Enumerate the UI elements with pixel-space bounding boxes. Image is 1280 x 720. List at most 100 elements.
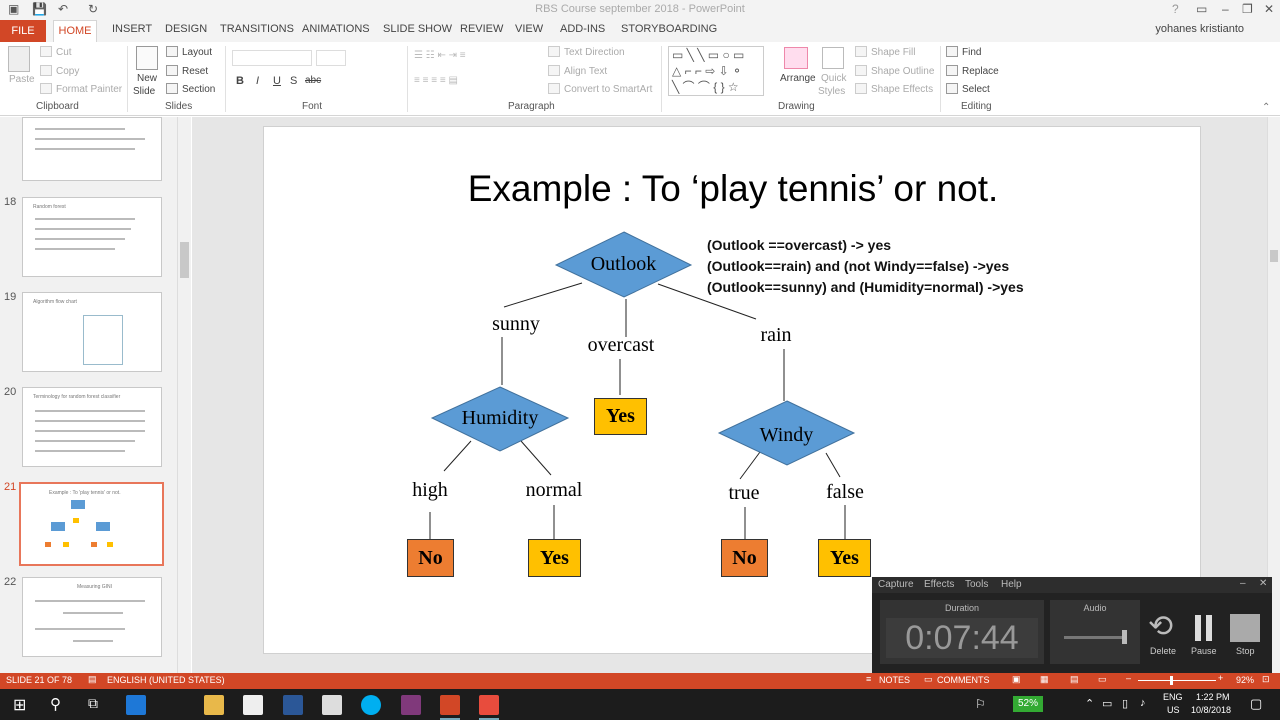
copy-button[interactable]: Copy — [40, 65, 79, 77]
menu-help[interactable]: Help — [1001, 579, 1022, 590]
restore-icon[interactable]: ❐ — [1242, 2, 1253, 16]
battery-indicator[interactable]: 52% — [1013, 696, 1043, 712]
comments-button[interactable]: COMMENTS — [937, 675, 990, 685]
slide-thumbnail-18[interactable]: Random forest — [22, 197, 162, 277]
zoom-in-icon[interactable]: + — [1218, 673, 1223, 683]
tab-add-ins[interactable]: ADD-INS — [560, 23, 605, 35]
recorder-close-icon[interactable]: ✕ — [1259, 578, 1267, 589]
tab-animations[interactable]: ANIMATIONS — [302, 23, 370, 35]
arrange-button[interactable]: Arrange — [780, 73, 816, 84]
menu-capture[interactable]: Capture — [878, 579, 914, 590]
minimize-icon[interactable]: – — [1222, 2, 1229, 16]
leaf-normal-yes[interactable]: Yes — [528, 539, 581, 577]
new-slide-icon[interactable] — [136, 46, 158, 70]
pause-icon[interactable] — [1195, 615, 1201, 641]
ribbon-display-icon[interactable]: ▭ — [1196, 2, 1207, 16]
audio-level-slider[interactable] — [1064, 636, 1126, 639]
align-buttons[interactable]: ≡ ≡ ≡ ≡ ▤ — [414, 75, 458, 86]
help-icon[interactable]: ? — [1172, 2, 1179, 16]
tab-design[interactable]: DESIGN — [165, 23, 207, 35]
onenote-icon[interactable] — [401, 695, 421, 715]
user-name[interactable]: yohanes kristianto — [1155, 23, 1244, 35]
clock-date[interactable]: 10/8/2018 — [1191, 705, 1231, 715]
leaf-overcast-yes[interactable]: Yes — [594, 398, 647, 435]
word-icon[interactable] — [283, 695, 303, 715]
cut-button[interactable]: Cut — [40, 46, 72, 58]
slideshow-view-icon[interactable]: ▭ — [1098, 674, 1107, 685]
power-icon[interactable]: ▯ — [1122, 697, 1128, 710]
person-icon[interactable]: ⚐ — [975, 697, 986, 711]
tab-insert[interactable]: INSERT — [112, 23, 152, 35]
clock-time[interactable]: 1:22 PM — [1196, 692, 1230, 702]
menu-tools[interactable]: Tools — [965, 579, 988, 590]
slide-thumbnail-22[interactable]: Measuring GINI — [22, 577, 162, 657]
quick-styles-icon[interactable] — [822, 47, 844, 69]
tab-storyboarding[interactable]: STORYBOARDING — [621, 23, 717, 35]
notes-button[interactable]: NOTES — [879, 675, 910, 685]
stop-icon[interactable] — [1230, 614, 1260, 642]
italic-button[interactable]: I — [256, 75, 259, 87]
leaf-true-no[interactable]: No — [721, 539, 768, 577]
input-language[interactable]: ENG — [1163, 692, 1183, 702]
delete-icon[interactable]: ⟲ — [1148, 609, 1173, 644]
slide[interactable]: Example : To ‘play tennis’ or not. (Outl… — [263, 126, 1201, 654]
bold-button[interactable]: B — [236, 75, 244, 87]
language-indicator[interactable]: ENGLISH (UNITED STATES) — [107, 675, 225, 685]
tray-chevron-icon[interactable]: ⌃ — [1085, 697, 1094, 710]
slide-thumbnail-20[interactable]: Terminology for random forest classifier — [22, 387, 162, 467]
skype-icon[interactable] — [361, 695, 381, 715]
tab-home[interactable]: HOME — [53, 20, 97, 42]
file-explorer-icon[interactable] — [204, 695, 224, 715]
shadow-button[interactable]: S — [290, 75, 297, 87]
quick-styles-button[interactable]: Quick — [821, 73, 847, 84]
layout-button[interactable]: Layout — [166, 46, 212, 58]
network-icon[interactable]: ▭ — [1102, 697, 1112, 710]
zoom-out-icon[interactable]: – — [1126, 673, 1131, 683]
slide-thumbnail-19[interactable]: Algorithm flow chart — [22, 292, 162, 372]
format-painter-button[interactable]: Format Painter — [40, 83, 122, 95]
font-name-select[interactable] — [232, 50, 312, 66]
tab-slide-show[interactable]: SLIDE SHOW — [383, 23, 452, 35]
normal-view-icon[interactable]: ▣ — [1012, 674, 1021, 685]
new-slide-button[interactable]: New — [137, 73, 157, 84]
store-icon[interactable] — [243, 695, 263, 715]
powerpoint-taskbar-icon[interactable] — [440, 695, 460, 715]
reset-button[interactable]: Reset — [166, 65, 208, 77]
notifications-icon[interactable]: ▢ — [1250, 696, 1262, 712]
stop-button[interactable]: Stop — [1236, 646, 1255, 656]
underline-button[interactable]: U — [273, 75, 281, 87]
panel-scrollbar[interactable] — [177, 117, 191, 673]
reading-view-icon[interactable]: ▤ — [1070, 674, 1079, 685]
collapse-ribbon-icon[interactable]: ⌃ — [1262, 102, 1270, 113]
recorder-taskbar-icon[interactable] — [479, 695, 499, 715]
audio-slider-handle[interactable] — [1122, 630, 1127, 644]
paste-icon[interactable] — [8, 46, 30, 72]
select-button[interactable]: Select — [946, 83, 990, 95]
task-view-icon[interactable]: ⧉ — [88, 695, 98, 712]
align-text-button[interactable]: Align Text — [548, 65, 607, 77]
section-button[interactable]: Section — [166, 83, 215, 95]
leaf-high-no[interactable]: No — [407, 539, 454, 577]
new-slide-button-line2[interactable]: Slide — [133, 86, 155, 97]
shape-outline-button[interactable]: Shape Outline — [855, 65, 934, 77]
shapes-gallery[interactable]: ▭ ╲ ╲ ▭ ○ ▭ △ ⌐ ⌐ ⇨ ⇩ ⚬ ╲ ⌒ ⌒ { } ☆ — [668, 46, 764, 96]
smartart-button[interactable]: Convert to SmartArt — [548, 83, 652, 95]
spellcheck-icon[interactable]: ▤ — [88, 674, 97, 685]
list-buttons[interactable]: ☰ ☷ ⇤ ⇥ ≡ — [414, 50, 466, 61]
notes-icon[interactable]: ≡ — [866, 674, 871, 684]
search-icon[interactable]: ⚲ — [50, 695, 61, 713]
comments-icon[interactable]: ▭ — [924, 674, 933, 685]
zoom-slider-handle[interactable] — [1170, 676, 1173, 685]
windy-node[interactable]: Windy — [719, 424, 854, 447]
slide-sorter-icon[interactable]: ▦ — [1040, 674, 1049, 685]
pause-icon-bar[interactable] — [1206, 615, 1212, 641]
tab-view[interactable]: VIEW — [515, 23, 543, 35]
outlook-node[interactable]: Outlook — [556, 253, 691, 276]
input-region[interactable]: US — [1167, 705, 1180, 715]
text-direction-button[interactable]: Text Direction — [548, 46, 625, 58]
replace-button[interactable]: Replace — [946, 65, 999, 77]
fit-slide-icon[interactable]: ⊡ — [1262, 674, 1270, 685]
slide-thumbnail-21[interactable]: Example : To 'play tennis' or not. — [19, 482, 164, 566]
shape-fill-button[interactable]: Shape Fill — [855, 46, 915, 58]
arrange-icon[interactable] — [784, 47, 808, 69]
